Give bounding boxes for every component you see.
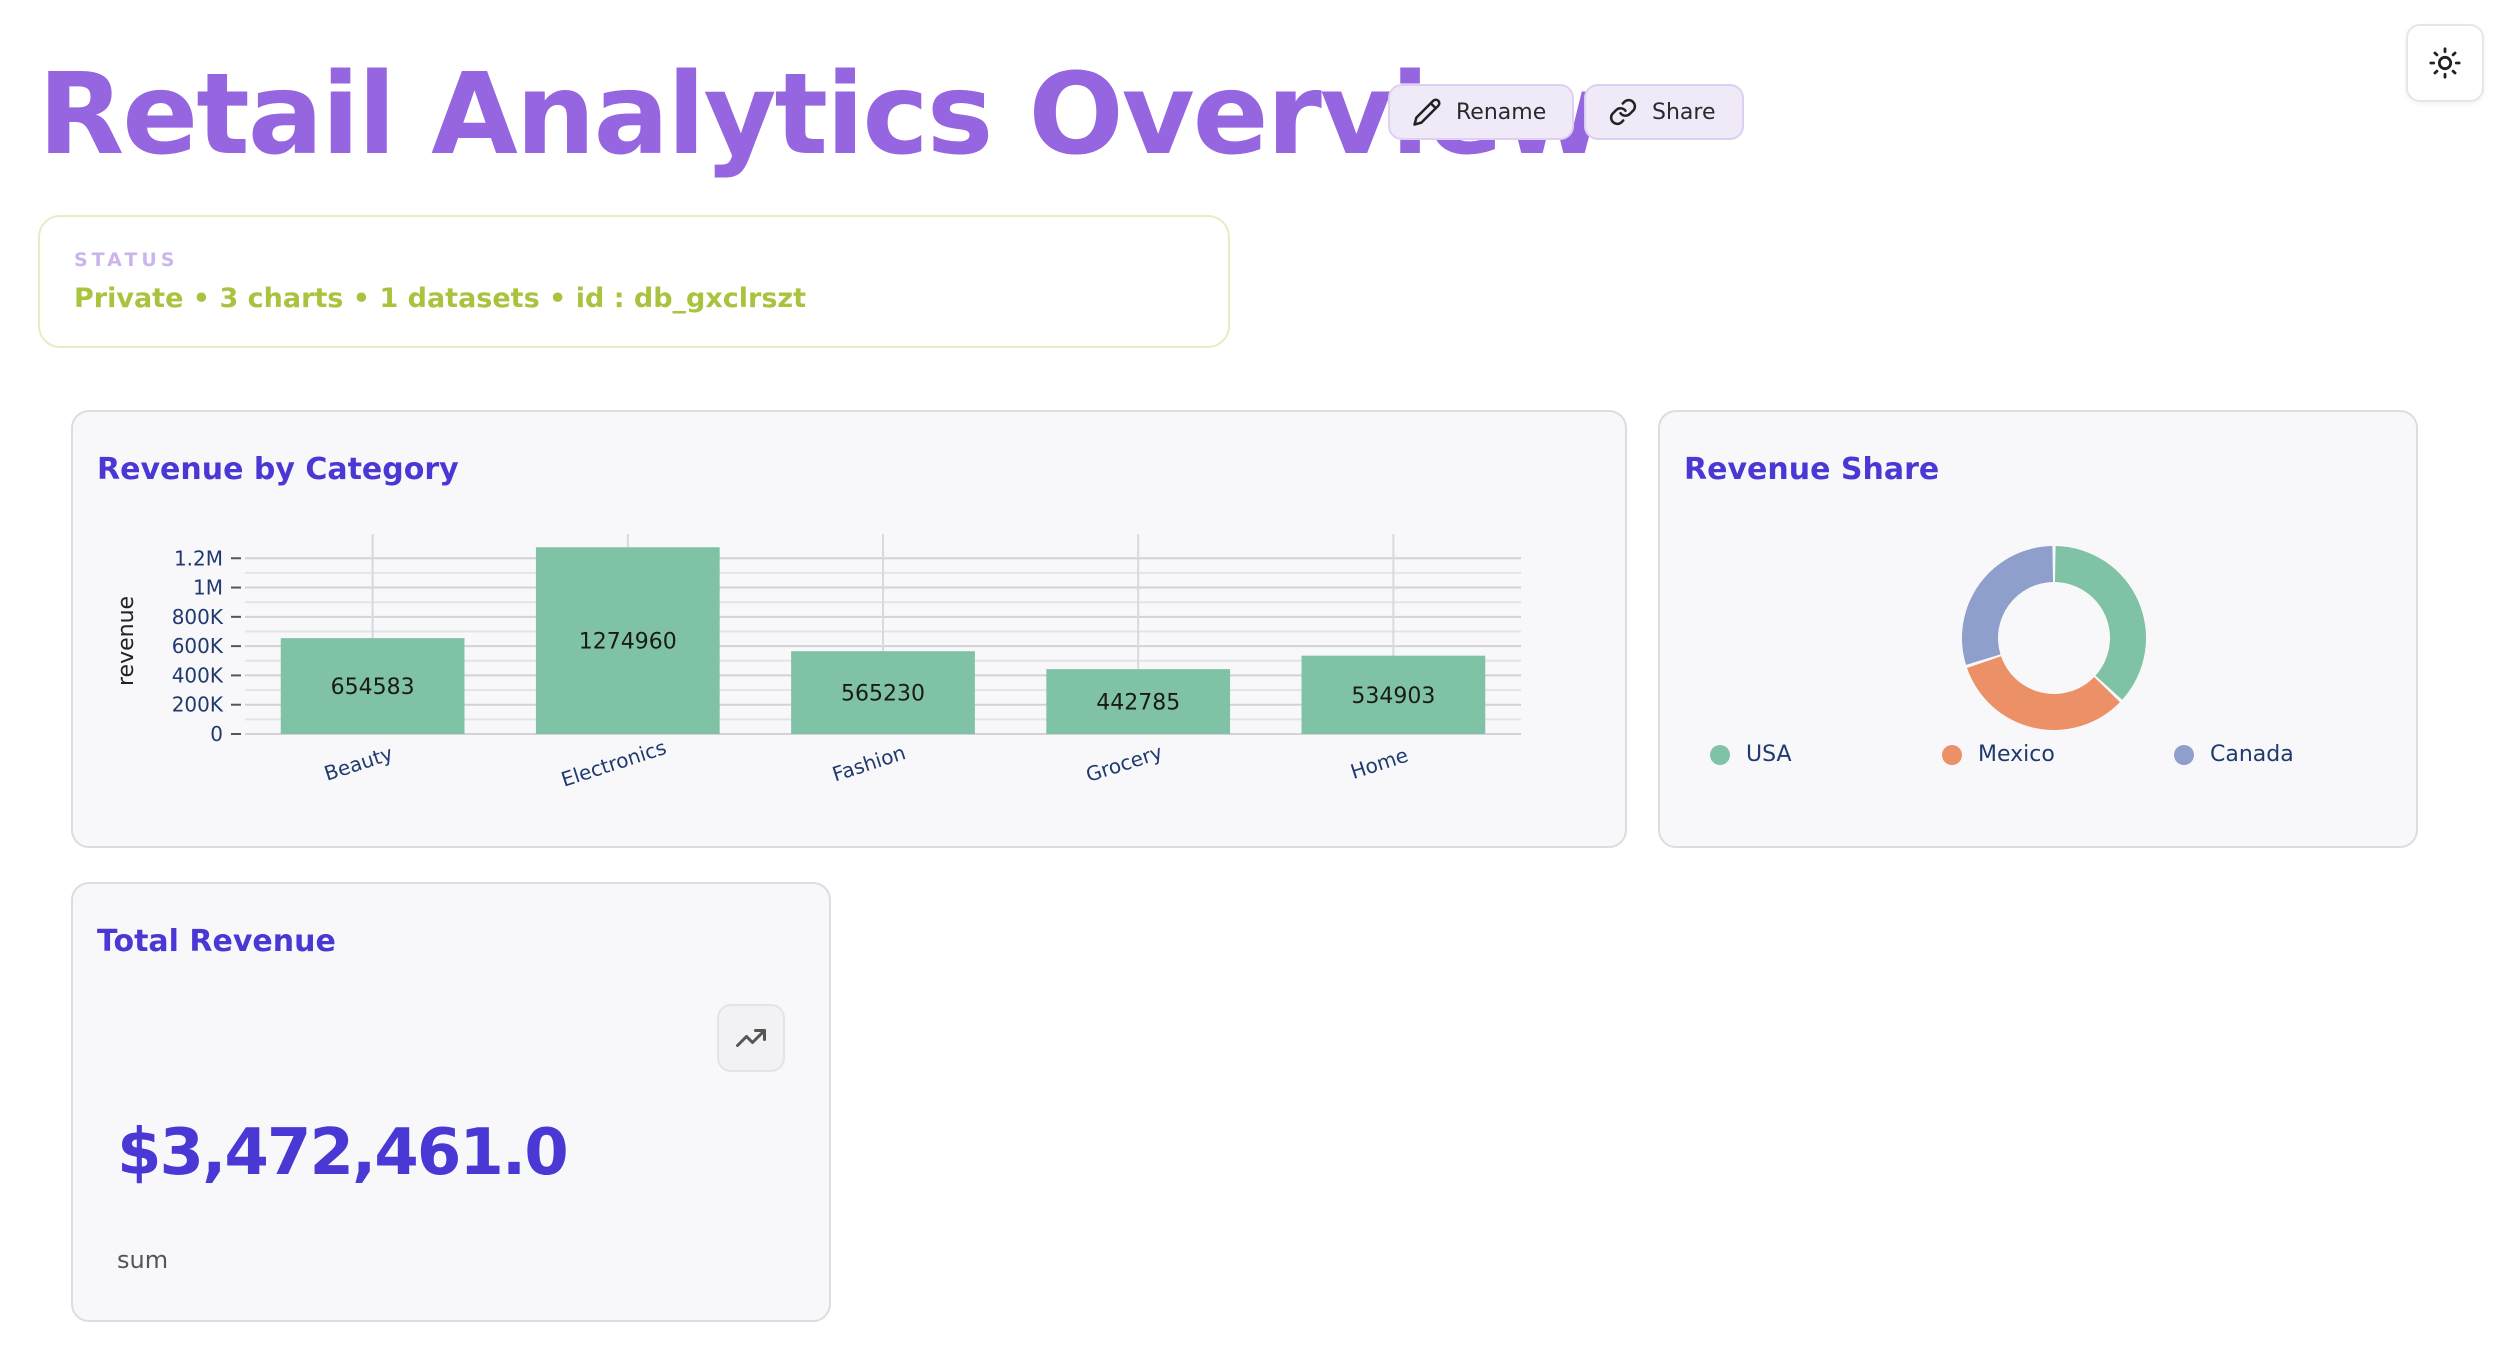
x-tick-label: Fashion bbox=[829, 740, 908, 786]
rename-button-label: Rename bbox=[1456, 99, 1547, 125]
share-button[interactable]: Share bbox=[1584, 84, 1744, 140]
legend-swatch-canada bbox=[2174, 744, 2194, 765]
x-tick-label: Home bbox=[1347, 743, 1411, 784]
bar-chart: 0 200K 400K 600K 800K 1M 1.2M revenue 654583 Beau… bbox=[114, 534, 1521, 792]
bar-data-label: 654583 bbox=[331, 675, 415, 700]
bar-data-label: 565230 bbox=[841, 682, 925, 707]
bar-data-label: 1274960 bbox=[579, 630, 677, 655]
revenue-share-card: Revenue Share USA Mexico Canada bbox=[1658, 410, 2418, 848]
donut-slice-usa bbox=[2054, 546, 2147, 700]
link-icon bbox=[1609, 98, 1637, 126]
y-tick-label: 400K bbox=[172, 663, 224, 687]
legend-item-mexico[interactable]: Mexico bbox=[1942, 742, 2055, 767]
total-revenue-card: Total Revenue $3,472,461.0 sum bbox=[71, 882, 831, 1322]
kpi-aggregation-label: sum bbox=[117, 1246, 169, 1274]
legend-item-usa[interactable]: USA bbox=[1710, 742, 1792, 767]
status-panel: STATUS Private • 3 charts • 1 datasets •… bbox=[38, 215, 1230, 348]
legend-swatch-usa bbox=[1710, 744, 1730, 765]
y-tick-label: 600K bbox=[172, 634, 224, 658]
x-tick-label: Electronics bbox=[558, 735, 669, 792]
chart-legend: USA Mexico Canada bbox=[1710, 742, 2410, 782]
rename-button[interactable]: Rename bbox=[1388, 84, 1575, 140]
legend-label: Mexico bbox=[1978, 742, 2055, 767]
bar-data-label: 442785 bbox=[1096, 691, 1180, 716]
y-tick-label: 0 bbox=[210, 722, 223, 746]
y-axis-label: revenue bbox=[114, 596, 139, 686]
trending-up-icon bbox=[736, 1029, 766, 1047]
legend-label: Canada bbox=[2210, 742, 2294, 767]
x-tick-label: Beauty bbox=[321, 741, 396, 786]
y-tick-label: 1M bbox=[193, 576, 223, 600]
y-tick-label: 800K bbox=[172, 605, 224, 629]
donut-slice-canada bbox=[1962, 546, 2054, 665]
trend-button[interactable] bbox=[717, 1004, 785, 1072]
donut-slice-mexico bbox=[1967, 656, 2120, 730]
x-tick-label: Grocery bbox=[1083, 740, 1166, 787]
page-title: Retail Analytics Overview bbox=[38, 50, 1605, 180]
y-tick-label: 200K bbox=[172, 693, 224, 717]
legend-item-canada[interactable]: Canada bbox=[2174, 742, 2294, 767]
status-text: Private • 3 charts • 1 datasets • id : d… bbox=[74, 283, 807, 314]
legend-swatch-mexico bbox=[1942, 744, 1962, 765]
theme-toggle-button[interactable] bbox=[2406, 24, 2484, 102]
status-label: STATUS bbox=[74, 249, 179, 271]
sun-icon bbox=[2429, 47, 2461, 79]
card-title: Total Revenue bbox=[97, 924, 336, 959]
revenue-by-category-card: Revenue by Category 0 200K 400K 600K 800K 1M 1… bbox=[71, 410, 1627, 848]
bar-data-label: 534903 bbox=[1351, 684, 1435, 709]
legend-label: USA bbox=[1746, 742, 1792, 767]
share-button-label: Share bbox=[1652, 99, 1716, 125]
y-tick-label: 1.2M bbox=[174, 546, 223, 570]
kpi-value: $3,472,461.0 bbox=[117, 1116, 569, 1190]
pencil-icon bbox=[1413, 98, 1441, 126]
